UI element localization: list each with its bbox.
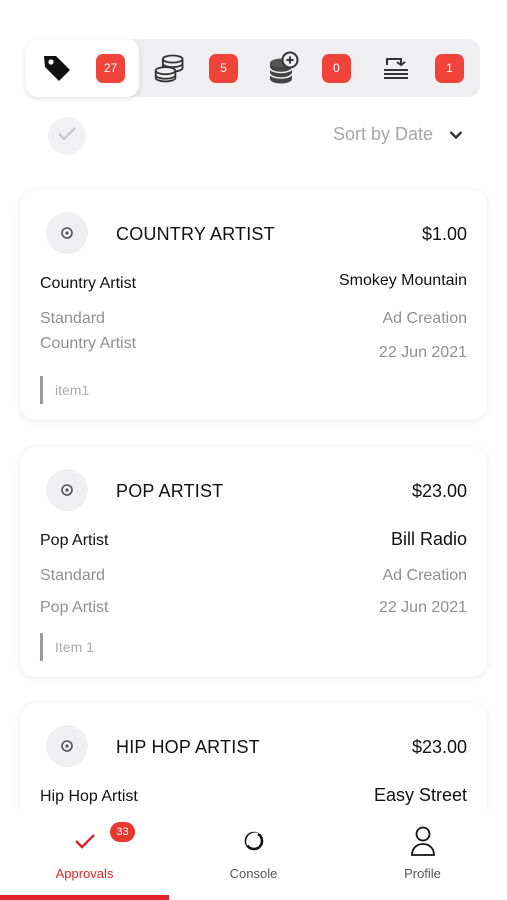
item-note: item1 (40, 376, 89, 404)
active-tab-indicator (0, 895, 169, 900)
station-name: Easy Street (373, 785, 467, 805)
record-icon[interactable] (46, 469, 88, 511)
card-title: POP ARTIST (116, 481, 224, 501)
card-date: 22 Jun 2021 (378, 599, 467, 616)
item-note: Item 1 (40, 633, 94, 661)
approval-card[interactable]: COUNTRY ARTIST $1.00 Country Artist Smok… (20, 190, 487, 420)
approvals-count-badge: 33 (110, 822, 135, 842)
station-name: Smokey Mountain (338, 272, 467, 289)
approval-list: COUNTRY ARTIST $1.00 Country Artist Smok… (0, 0, 507, 810)
card-price: $23.00 (411, 481, 467, 501)
service-type: Ad Creation (382, 567, 468, 584)
nav-label: Approvals (55, 866, 114, 881)
nav-console[interactable]: Console (169, 810, 338, 900)
plan-type: Standard (40, 310, 105, 327)
nav-label: Console (229, 866, 278, 881)
record-icon[interactable] (46, 725, 88, 767)
station-name: Bill Radio (390, 529, 467, 549)
artist-name: Country Artist (40, 275, 137, 292)
card-price: $1.00 (421, 224, 467, 244)
approval-card[interactable]: POP ARTIST $23.00 Pop Artist Bill Radio … (20, 447, 487, 677)
category-name: Pop Artist (40, 599, 109, 616)
card-date: 22 Jun 2021 (378, 344, 467, 361)
card-price: $23.00 (411, 737, 467, 757)
record-icon[interactable] (46, 212, 88, 254)
console-icon (243, 826, 265, 856)
artist-name: Hip Hop Artist (40, 788, 138, 805)
user-icon (409, 826, 437, 856)
card-title: HIP HOP ARTIST (116, 737, 260, 757)
service-type: Ad Creation (382, 310, 468, 327)
artist-name: Pop Artist (40, 532, 109, 549)
plan-type: Standard (40, 567, 105, 584)
nav-profile[interactable]: Profile (338, 810, 507, 900)
check-icon (74, 826, 96, 856)
bottom-navigation: 33 Approvals Console Profile (0, 810, 507, 900)
nav-label: Profile (404, 866, 441, 881)
card-title: COUNTRY ARTIST (116, 224, 275, 244)
approval-card[interactable]: HIP HOP ARTIST $23.00 Hip Hop Artist Eas… (20, 703, 487, 810)
nav-approvals[interactable]: 33 Approvals (0, 810, 169, 900)
category-name: Country Artist (40, 335, 137, 352)
